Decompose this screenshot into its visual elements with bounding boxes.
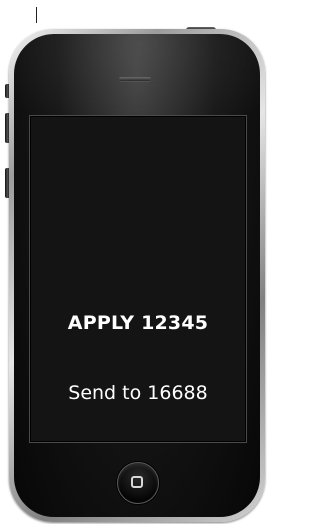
text-cursor-mark xyxy=(36,7,37,23)
phone-body: APPLY 12345 Send to 16688 xyxy=(14,34,260,517)
phone-screen: APPLY 12345 Send to 16688 xyxy=(29,115,247,443)
sms-shortcode-text: Send to 16688 xyxy=(68,382,208,404)
home-button[interactable] xyxy=(117,462,159,504)
sms-keyword-text: APPLY 12345 xyxy=(67,312,209,334)
speaker-grille xyxy=(119,77,151,81)
phone-frame: APPLY 12345 Send to 16688 xyxy=(9,29,265,522)
home-square-icon xyxy=(131,476,143,488)
